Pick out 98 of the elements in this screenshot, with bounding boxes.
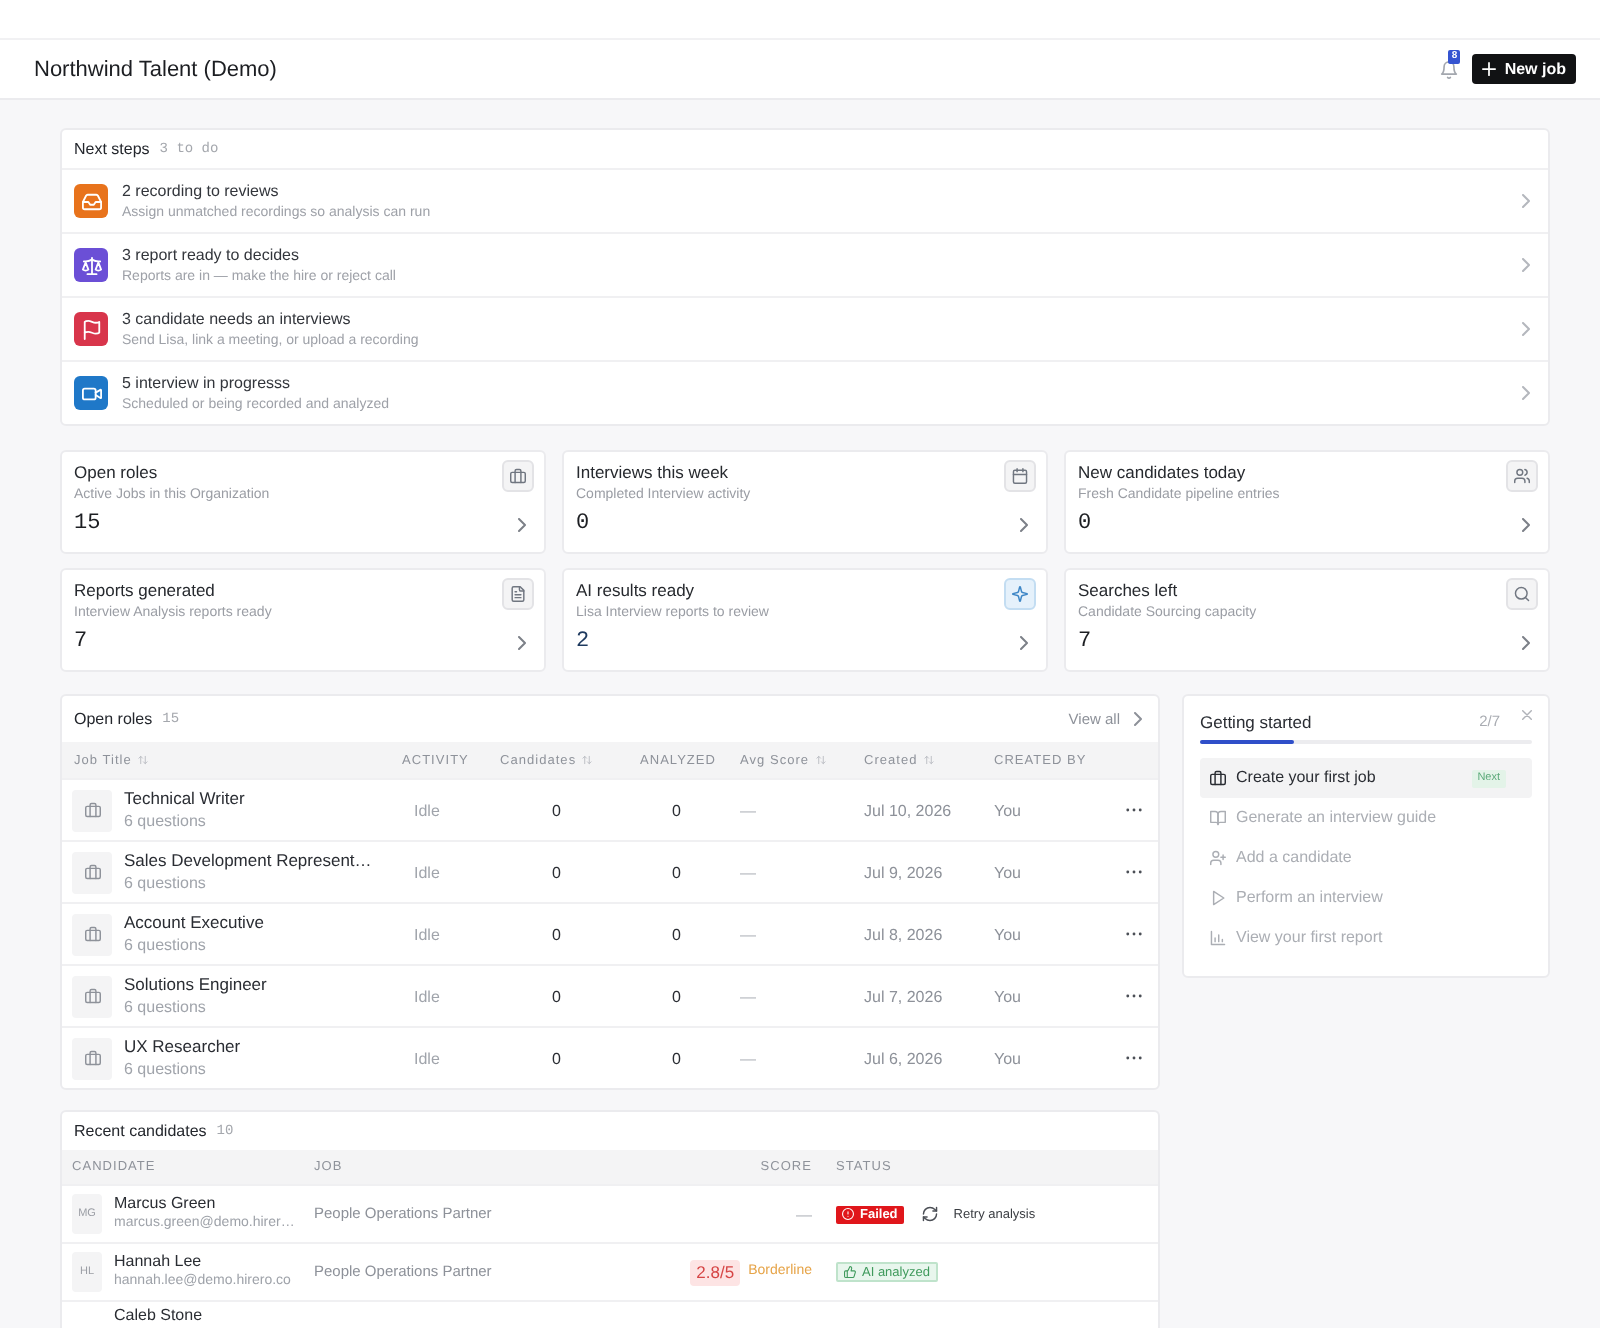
avg-score: — (740, 985, 756, 1007)
checklist-label: Add a candidate (1236, 848, 1352, 868)
stat-title: New candidates today (1078, 462, 1248, 484)
step-title: 3 report ready to decides (122, 243, 301, 265)
stat-value: 7 (74, 628, 88, 656)
briefcase-icon (72, 1037, 112, 1079)
stat-value: 2 (576, 628, 590, 656)
briefcase-icon (72, 913, 112, 955)
checklist-label: Generate an interview guide (1236, 808, 1437, 828)
stat-value: 0 (1078, 510, 1092, 538)
created-date: Jul 7, 2026 (864, 985, 943, 1007)
thumbs-up-icon (844, 1266, 856, 1278)
analyzed-count: 0 (672, 923, 681, 945)
activity-status: Idle (414, 861, 440, 883)
section-title: Recent candidates (74, 1120, 207, 1142)
candidate-count: 0 (552, 1047, 561, 1069)
candidate-count: 0 (552, 799, 561, 821)
question-count: 6 questions (124, 810, 208, 832)
job-title[interactable]: Technical Writer (124, 788, 245, 810)
chevron-right-icon (1020, 517, 1028, 531)
avg-score: — (740, 1047, 756, 1069)
checklist-label: Perform an interview (1236, 888, 1383, 908)
section-title: Open roles (74, 708, 153, 730)
analyzed-count: 0 (672, 1047, 681, 1069)
created-by: You (994, 985, 1021, 1007)
stat-title: Searches left (1078, 580, 1180, 602)
book-icon (1210, 810, 1226, 826)
briefcase-icon (72, 975, 112, 1017)
step-title: 5 interview in progresss (122, 371, 293, 393)
question-count: 6 questions (124, 1058, 208, 1080)
plus-icon (1482, 62, 1497, 76)
created-by: You (994, 923, 1021, 945)
bell-icon[interactable] (1440, 59, 1459, 79)
created-date: Jul 6, 2026 (864, 1047, 943, 1069)
created-by: You (994, 861, 1021, 883)
user-plus-icon (1210, 850, 1226, 866)
question-count: 6 questions (124, 872, 208, 894)
candidate-name[interactable]: Caleb Stone (114, 1306, 203, 1326)
activity-status: Idle (414, 923, 440, 945)
analyzed-count: 0 (672, 985, 681, 1007)
stat-value: 7 (1078, 628, 1092, 656)
alert-icon (842, 1208, 854, 1220)
job-title[interactable]: UX Researcher (124, 1036, 241, 1058)
candidate-count: 0 (552, 861, 561, 883)
stat-title: Open roles (74, 462, 160, 484)
score-value: — (796, 1203, 812, 1225)
step-title: 2 recording to reviews (122, 179, 281, 201)
question-count: 6 questions (124, 934, 208, 956)
play-icon (1210, 890, 1226, 906)
stat-value: 15 (74, 510, 101, 538)
analyzed-count: 0 (672, 799, 681, 821)
job-title[interactable]: Account Executive (124, 912, 264, 934)
job-title[interactable]: Solutions Engineer (124, 974, 267, 996)
created-date: Jul 8, 2026 (864, 923, 943, 945)
activity-status: Idle (414, 985, 440, 1007)
stat-title: Reports generated (74, 580, 217, 602)
section-title: Getting started (1200, 712, 1312, 732)
chevron-right-icon (1134, 712, 1142, 726)
activity-status: Idle (414, 799, 440, 821)
chevron-right-icon (1522, 386, 1530, 400)
created-by: You (994, 1047, 1021, 1069)
step-title: 3 candidate needs an interviews (122, 307, 353, 329)
created-date: Jul 9, 2026 (864, 861, 943, 883)
analyzed-count: 0 (672, 861, 681, 883)
briefcase-icon (1210, 770, 1226, 786)
chevron-right-icon (1522, 194, 1530, 208)
checklist-label: Create your first job (1236, 768, 1376, 788)
created-by: You (994, 799, 1021, 821)
candidate-name[interactable]: Marcus Green (114, 1194, 295, 1214)
job-title[interactable]: Sales Development Represent… (124, 850, 372, 872)
score-tag: 2.8/5 (690, 1259, 741, 1285)
checklist-label: View your first report (1236, 928, 1383, 948)
chevron-right-icon (1020, 635, 1028, 649)
section-title: Next steps (74, 138, 150, 160)
new-job-button[interactable]: New job (1472, 54, 1576, 84)
stat-value: 0 (576, 510, 590, 538)
chevron-right-icon (518, 635, 526, 649)
chevron-right-icon (1522, 258, 1530, 272)
briefcase-icon (72, 789, 112, 831)
chevron-right-icon (1522, 517, 1530, 531)
refresh-icon (921, 1206, 938, 1222)
avg-score: — (740, 799, 756, 821)
bar-chart-icon (1210, 930, 1226, 946)
candidate-name[interactable]: Hannah Lee (114, 1252, 291, 1272)
briefcase-icon (72, 851, 112, 893)
page-title: Northwind Talent (Demo) (34, 55, 277, 83)
stat-title: Interviews this week (576, 462, 731, 484)
created-date: Jul 10, 2026 (864, 799, 952, 821)
chevron-right-icon (1522, 322, 1530, 336)
avg-score: — (740, 861, 756, 883)
candidate-count: 0 (552, 923, 561, 945)
chevron-right-icon (1522, 635, 1530, 649)
stat-title: AI results ready (576, 580, 697, 602)
activity-status: Idle (414, 1047, 440, 1069)
chevron-right-icon (518, 517, 526, 531)
question-count: 6 questions (124, 996, 208, 1018)
candidate-count: 0 (552, 985, 561, 1007)
avg-score: — (740, 923, 756, 945)
